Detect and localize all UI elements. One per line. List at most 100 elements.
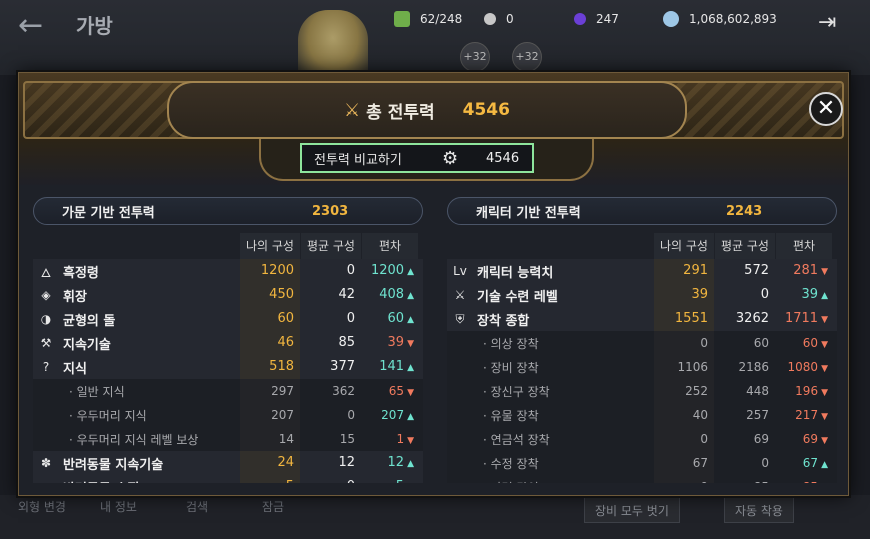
table-row: · 장신구 장착 252 448 196 ▼ <box>447 379 837 403</box>
row-label: · 연금석 장착 <box>483 432 550 447</box>
my-value: 297 <box>240 379 300 403</box>
character-heading-value: 2243 <box>726 203 763 219</box>
table-row: ✽ 반려동물 지속기술 24 12 12 ▲ <box>33 451 423 475</box>
diff-value: 60 ▲ <box>387 311 414 326</box>
row-label: · 우두머리 지식 레벨 보상 <box>69 432 199 447</box>
table-row: 🜂 흑정령 1200 0 1200 ▲ <box>33 259 423 283</box>
diff-value: 12 ▲ <box>387 455 414 470</box>
average-value: 0 <box>761 456 769 470</box>
average-value: 3262 <box>735 311 769 326</box>
table-row: Lv 캐릭터 능력치 291 572 281 ▼ <box>447 259 837 283</box>
row-label: 캐릭터 능력치 <box>477 265 554 281</box>
table-row: · 장비 장착 1106 2186 1080 ▼ <box>447 355 837 379</box>
table-row: ⚒ 지속기술 46 85 39 ▼ <box>33 331 423 355</box>
table-row: ◈ 휘장 450 42 408 ▲ <box>33 283 423 307</box>
family-combat-panel: 가문 기반 전투력 2303 나의 구성 평균 구성 편차 🜂 흑정령 1200 0 1… <box>33 197 423 483</box>
my-value: 40 <box>654 403 714 427</box>
my-value: 39 <box>654 283 714 307</box>
average-value: 377 <box>330 359 355 374</box>
my-value: 1551 <box>654 307 714 331</box>
my-info-button[interactable]: 내 정보 <box>100 498 137 515</box>
table-row: · 의상 장착 0 60 60 ▼ <box>447 331 837 355</box>
diff-value: 69 ▼ <box>802 432 828 446</box>
my-value: 14 <box>240 427 300 451</box>
average-value: 0 <box>301 475 361 483</box>
appearance-button[interactable]: 외형 변경 <box>18 498 66 515</box>
col-average: 평균 구성 <box>301 233 361 259</box>
auto-equip-button[interactable]: 자동 착용 <box>724 497 794 523</box>
diff-value: 60 ▼ <box>802 336 828 350</box>
my-value: 24 <box>240 451 300 475</box>
compare-button[interactable]: 전투력 비교하기 ⚙ 4546 <box>300 143 534 173</box>
my-value: 1106 <box>654 355 714 379</box>
average-value: 0 <box>346 263 355 278</box>
orb-value: 247 <box>596 12 619 26</box>
pearl-icon <box>484 13 496 25</box>
flame-icon: 🜂 <box>40 265 52 280</box>
average-value: 257 <box>746 408 769 422</box>
paw-icon: ✽ <box>40 456 52 470</box>
exit-icon[interactable]: ⇥ <box>818 10 846 38</box>
character-rows[interactable]: Lv 캐릭터 능력치 291 572 281 ▼ ⚔ 기술 수련 레벨 39 0 39 ▲ ⛨ 장착 종합… <box>447 259 837 483</box>
table-row: ◑ 균형의 돌 60 0 60 ▲ <box>33 307 423 331</box>
down-arrow-icon: ▼ <box>821 315 828 325</box>
diff-value: 1 ▼ <box>396 432 414 446</box>
emblem-icon: ◈ <box>41 288 51 302</box>
equipment-slot[interactable]: +32 <box>460 42 490 72</box>
up-arrow-icon: ▲ <box>407 459 414 469</box>
row-label: · 유물 장착 <box>483 408 539 423</box>
average-value: 2186 <box>738 360 769 374</box>
average-value: 0 <box>760 287 769 302</box>
my-value: 291 <box>654 259 714 283</box>
level-icon: Lv <box>453 264 467 278</box>
inventory-counter: 62/248 <box>394 9 462 29</box>
diff-value: 85▼ <box>776 475 832 483</box>
up-arrow-icon: ▲ <box>407 412 414 422</box>
close-button[interactable]: ✕ <box>809 92 843 126</box>
diff-value: 39 ▼ <box>387 335 414 350</box>
table-row: ? 지식 518 377 141 ▲ <box>33 355 423 379</box>
equipment-slot[interactable]: +32 <box>512 42 542 72</box>
character-portrait <box>298 10 368 80</box>
row-label: 균형의 돌 <box>63 313 116 329</box>
diff-value: 196 ▼ <box>795 384 828 398</box>
my-value: 518 <box>240 355 300 379</box>
average-value: 12 <box>338 455 355 470</box>
total-combat-power: 4546 <box>462 100 510 120</box>
my-value: 0 <box>654 427 714 451</box>
average-value: 0 <box>347 408 355 422</box>
average-value: 69 <box>753 432 769 446</box>
down-arrow-icon: ▼ <box>407 388 414 398</box>
orb-counter: 247 <box>574 9 619 29</box>
compare-value: 4546 <box>486 150 520 166</box>
diff-value: 141 ▲ <box>379 359 414 374</box>
my-value: 252 <box>654 379 714 403</box>
row-label: 지속기술 <box>63 337 111 353</box>
armor-icon: ⛨ <box>455 311 465 326</box>
compare-label: 전투력 비교하기 <box>314 152 402 168</box>
row-label: 지식 <box>63 361 87 377</box>
family-rows[interactable]: 🜂 흑정령 1200 0 1200 ▲ ◈ 휘장 450 42 408 ▲ ◑ 균형의 돌 60 0 60 ▲ ⚒ 지… <box>33 259 423 483</box>
average-value: 42 <box>338 287 355 302</box>
row-label: 반려동물 지속기술 <box>63 457 164 473</box>
row-label: · 의상 장착 <box>483 336 539 351</box>
average-value: 85 <box>338 335 355 350</box>
average-value: 60 <box>753 336 769 350</box>
row-label: · 일반 지식 <box>69 384 125 399</box>
table-row: · 연금석 장착 0 69 69 ▼ <box>447 427 837 451</box>
diff-value: 39 ▲ <box>801 287 828 302</box>
row-label: 장착 종합 <box>477 313 530 329</box>
back-arrow-icon[interactable]: ← <box>18 8 43 43</box>
combat-power-dialog: ⚔ 총 전투력 4546 ✕ 전투력 비교하기 ⚙ 4546 가문 기반 전투력… <box>18 72 849 496</box>
my-value: 60 <box>240 307 300 331</box>
diff-value: 207 ▲ <box>381 408 414 422</box>
lock-button[interactable]: 잠금 <box>262 498 284 515</box>
unequip-all-button[interactable]: 장비 모두 벗기 <box>584 497 680 523</box>
character-combat-panel: 캐릭터 기반 전투력 2243 나의 구성 평균 구성 편차 Lv 캐릭터 능력치… <box>447 197 837 483</box>
my-value: 207 <box>240 403 300 427</box>
search-button[interactable]: 검색 <box>186 498 208 515</box>
table-row: · 유물 장착 40 257 217 ▼ <box>447 403 837 427</box>
row-label: 기술 수련 레벨 <box>477 289 558 305</box>
row-label: · 우두머리 지식 <box>69 408 147 423</box>
row-label: · 장비 장착 <box>483 360 539 375</box>
